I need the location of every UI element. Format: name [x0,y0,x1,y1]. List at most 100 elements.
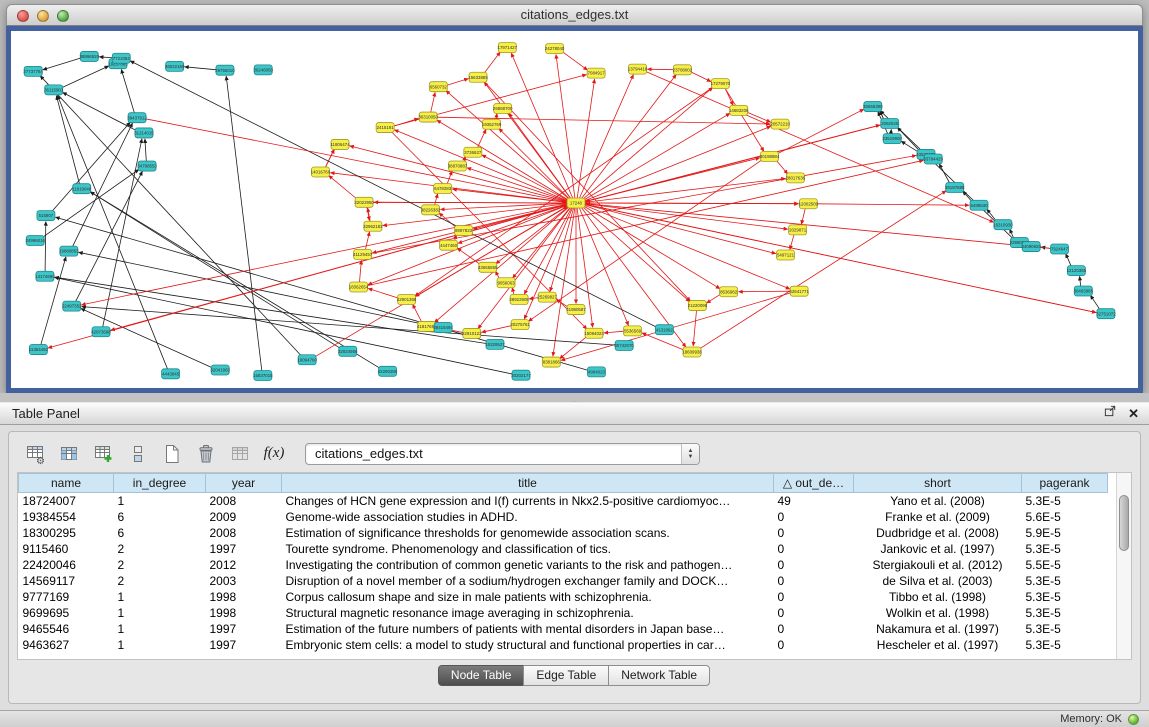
graph-node[interactable]: 42290280 [378,366,398,376]
graph-node[interactable]: 42873698 [91,327,111,337]
graph-node[interactable]: 22497352 [62,301,82,311]
cell-name[interactable]: 14569117 [19,573,114,589]
cell-in_degree[interactable]: 1 [114,605,206,621]
graph-node[interactable]: 14683208 [729,105,749,115]
graph-node[interactable]: 11806474 [330,139,350,149]
cell-short[interactable]: Stergiakouli et al. (2012) [854,557,1022,573]
graph-node[interactable]: 17279070 [711,79,731,89]
graph-node[interactable]: 18362654 [349,282,369,292]
graph-node[interactable]: 5536569 [624,326,642,336]
graph-node[interactable]: 12120365 [1067,266,1087,276]
table-selector[interactable]: citations_edges.txt ▲▼ [305,443,700,465]
cell-in_degree[interactable]: 1 [114,493,206,510]
graph-node[interactable]: 13794418 [628,64,648,74]
float-panel-icon[interactable] [1103,403,1118,425]
cell-title[interactable]: Tourette syndrome. Phenomenology and cla… [282,541,774,557]
cell-pagerank[interactable]: 5.3E-5 [1022,541,1108,557]
cell-year[interactable]: 2009 [206,509,282,525]
tab-network-table[interactable]: Network Table [608,665,710,686]
cell-title[interactable]: Embryonic stem cells: a model to study s… [282,637,774,653]
graph-node[interactable]: 7721054 [112,53,130,63]
graph-node[interactable]: 17240 [567,198,585,208]
panel-divider[interactable]: ▾ [0,393,1149,402]
cell-name[interactable]: 9465546 [19,621,114,637]
row-tools-icon[interactable] [125,441,151,467]
graph-node[interactable]: 2029871 [789,225,807,235]
graph-node[interactable]: 36115901 [44,85,64,95]
graph-node[interactable]: 4443845 [162,369,180,379]
graph-node[interactable]: 16310930 [993,220,1013,230]
graph-node[interactable]: 20275761 [510,320,530,330]
graph-node[interactable]: 4984023 [587,367,605,377]
cell-in_degree[interactable]: 1 [114,589,206,605]
graph-node[interactable]: 30493985 [1074,286,1094,296]
graph-node[interactable]: 15633885 [468,72,488,82]
cell-in_degree[interactable]: 2 [114,573,206,589]
cell-pagerank[interactable]: 5.3E-5 [1022,637,1108,653]
cell-short[interactable]: Dudbridge et al. (2008) [854,525,1022,541]
cell-out_degree[interactable]: 0 [774,509,854,525]
graph-node[interactable]: 36310050 [418,112,438,122]
cell-year[interactable]: 2012 [206,557,282,573]
cell-out_degree[interactable]: 0 [774,589,854,605]
cell-year[interactable]: 1998 [206,605,282,621]
table-row[interactable]: 1456911722003Disruption of a novel membe… [19,573,1108,589]
graph-node[interactable]: 43665865 [478,262,498,272]
graph-node[interactable]: 19880853 [59,246,79,256]
graph-node[interactable]: 5497121 [776,250,794,260]
cell-short[interactable]: Hescheler et al. (1997) [854,637,1022,653]
table-row[interactable]: 1830029562008Estimation of significance … [19,525,1108,541]
graph-node[interactable]: 20572210 [770,119,790,129]
graph-node[interactable]: 8536982 [720,287,738,297]
cell-out_degree[interactable]: 0 [774,605,854,621]
close-panel-icon[interactable]: ✕ [1128,403,1139,425]
column-header-title[interactable]: title [282,474,774,493]
zoom-window-button[interactable] [57,10,69,22]
cell-year[interactable]: 2008 [206,493,282,510]
graph-node[interactable]: 18609938 [682,347,702,357]
cell-pagerank[interactable]: 5.3E-5 [1022,621,1108,637]
cell-short[interactable]: Nakamura et al. (1997) [854,621,1022,637]
graph-node[interactable]: 28017636 [786,173,806,183]
cell-out_degree[interactable]: 0 [774,637,854,653]
graph-node[interactable]: 4131092 [655,325,673,335]
graph-node[interactable]: 39187888 [945,183,965,193]
close-window-button[interactable] [17,10,29,22]
column-header-year[interactable]: year [206,474,282,493]
table-row[interactable]: 977716911998Corpus callosum shape and si… [19,589,1108,605]
cell-title[interactable]: Estimation of significance thresholds fo… [282,525,774,541]
cell-pagerank[interactable]: 5.3E-5 [1022,605,1108,621]
graph-node[interactable]: 15329527 [485,339,505,349]
column-header-pagerank[interactable]: pagerank [1022,474,1108,493]
table-settings-icon[interactable]: ⚙ [23,441,49,467]
graph-node[interactable]: 9056063 [497,278,515,288]
function-builder-button[interactable]: f(x) [261,441,287,467]
graph-node[interactable]: 24278040 [545,44,565,54]
graph-node[interactable]: 38896520 [80,51,100,61]
cell-title[interactable]: Disruption of a novel member of a sodium… [282,573,774,589]
column-header-short[interactable]: short [854,474,1022,493]
cell-name[interactable]: 22420046 [19,557,114,573]
graph-node[interactable]: 27737784 [23,66,43,76]
graph-node[interactable]: 36655390 [863,102,883,112]
graph-node[interactable]: 4447460 [439,240,457,250]
import-table-icon[interactable] [91,441,117,467]
cell-year[interactable]: 1997 [206,621,282,637]
graph-node[interactable]: 26868700 [493,103,513,113]
cell-out_degree[interactable]: 49 [774,493,854,510]
graph-node[interactable]: 32041963 [210,365,230,375]
graph-node[interactable]: 14174690 [35,271,55,281]
cell-short[interactable]: Jankovic et al. (1997) [854,541,1022,557]
cell-in_degree[interactable]: 6 [114,525,206,541]
graph-node[interactable]: 34798553 [137,161,157,171]
graph-node[interactable]: 19352769 [482,119,502,129]
cell-out_degree[interactable]: 0 [774,525,854,541]
cell-name[interactable]: 19384554 [19,509,114,525]
table-row[interactable]: 911546021997Tourette syndrome. Phenomeno… [19,541,1108,557]
graph-node[interactable]: 15837015 [253,371,273,381]
tab-edge-table[interactable]: Edge Table [523,665,609,686]
graph-node[interactable]: 39437912 [127,113,147,123]
cell-year[interactable]: 1997 [206,541,282,557]
cell-pagerank[interactable]: 5.3E-5 [1022,573,1108,589]
new-table-icon[interactable] [159,441,185,467]
